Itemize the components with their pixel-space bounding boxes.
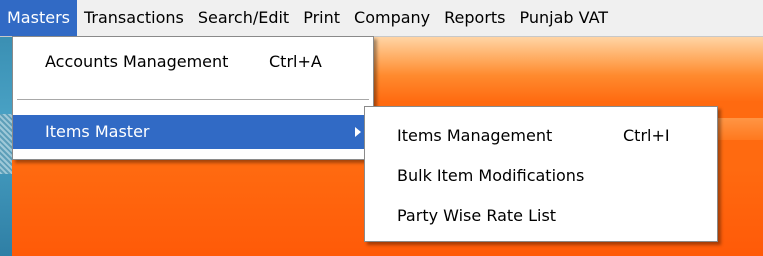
menu-masters[interactable]: Masters — [0, 0, 77, 36]
accounts-management-shortcut: Ctrl+A — [269, 52, 322, 71]
menu-item-party-wise-rate-list[interactable]: Party Wise Rate List — [365, 199, 717, 233]
menu-print[interactable]: Print — [296, 0, 347, 36]
menu-item-bulk-item-modifications[interactable]: Bulk Item Modifications — [365, 159, 717, 193]
menu-reports[interactable]: Reports — [437, 0, 512, 36]
party-wise-rate-list-label: Party Wise Rate List — [397, 206, 557, 225]
menu-transactions[interactable]: Transactions — [77, 0, 191, 36]
menu-punjab-vat[interactable]: Punjab VAT — [513, 0, 616, 36]
menu-item-items-management[interactable]: Items Management Ctrl+I — [365, 119, 717, 153]
submenu-arrow-icon — [355, 127, 361, 137]
accounts-management-label: Accounts Management — [45, 52, 229, 71]
items-management-shortcut: Ctrl+I — [623, 126, 670, 145]
menu-item-accounts-management[interactable]: Accounts Management Ctrl+A — [13, 45, 373, 79]
menu-search-edit[interactable]: Search/Edit — [191, 0, 296, 36]
menu-separator — [17, 99, 369, 101]
background-pattern — [0, 114, 12, 174]
items-management-label: Items Management — [397, 126, 553, 145]
left-background-strip — [0, 36, 12, 256]
menu-company[interactable]: Company — [347, 0, 437, 36]
menu-item-items-master[interactable]: Items Master — [13, 115, 373, 149]
items-master-submenu: Items Management Ctrl+I Bulk Item Modifi… — [364, 106, 718, 242]
menu-bar: Masters Transactions Search/Edit Print C… — [0, 0, 763, 37]
masters-dropdown: Accounts Management Ctrl+A Items Master — [12, 36, 374, 160]
items-master-label: Items Master — [45, 122, 150, 141]
bulk-item-modifications-label: Bulk Item Modifications — [397, 166, 585, 185]
